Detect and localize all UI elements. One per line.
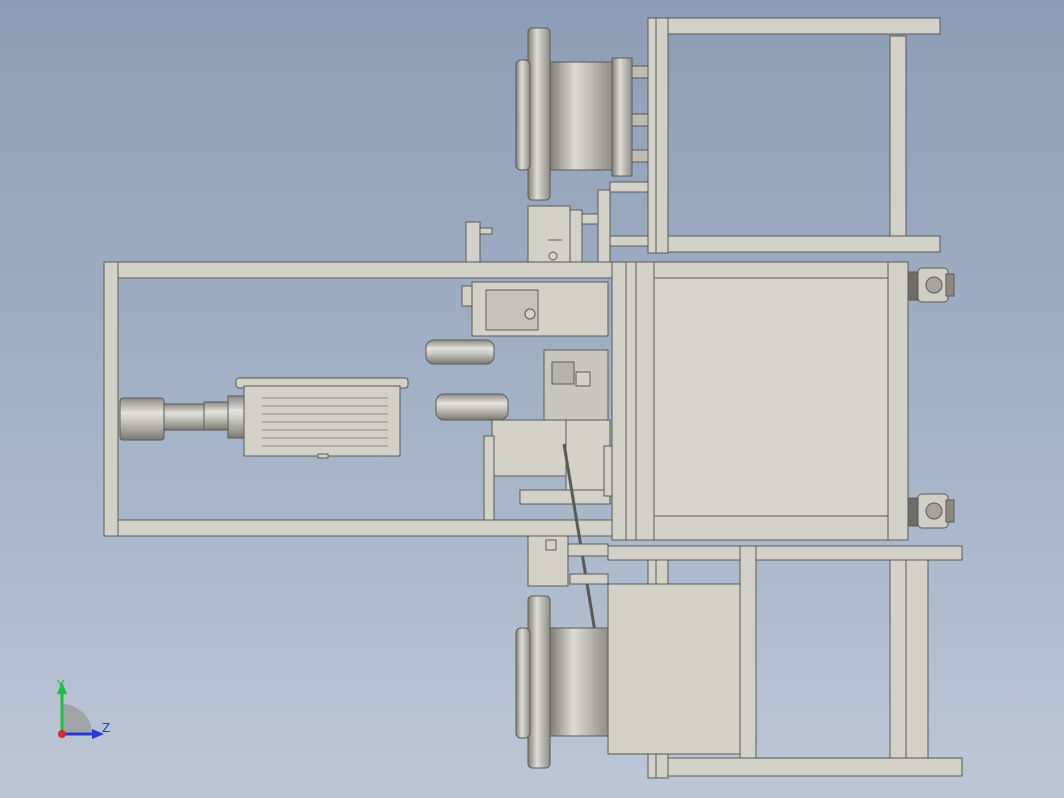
y-axis-label: Y [57,678,65,692]
lower-linkage [527,535,609,587]
lower-frame [607,545,963,779]
machine-assembly-model[interactable] [0,0,1064,798]
upper-caster [907,267,955,303]
view-orientation-triad[interactable]: Y Z [40,670,130,760]
lower-caster [907,493,955,529]
z-axis-label: Z [102,721,111,735]
upper-cylinder [515,27,649,201]
upper-linkage [465,189,611,265]
center-mechanism [425,281,613,651]
motor-assembly [119,377,409,459]
cad-viewport[interactable]: Y Z [0,0,1064,798]
upper-frame [609,17,941,254]
triad-graphic [57,682,104,739]
right-housing [611,261,909,541]
